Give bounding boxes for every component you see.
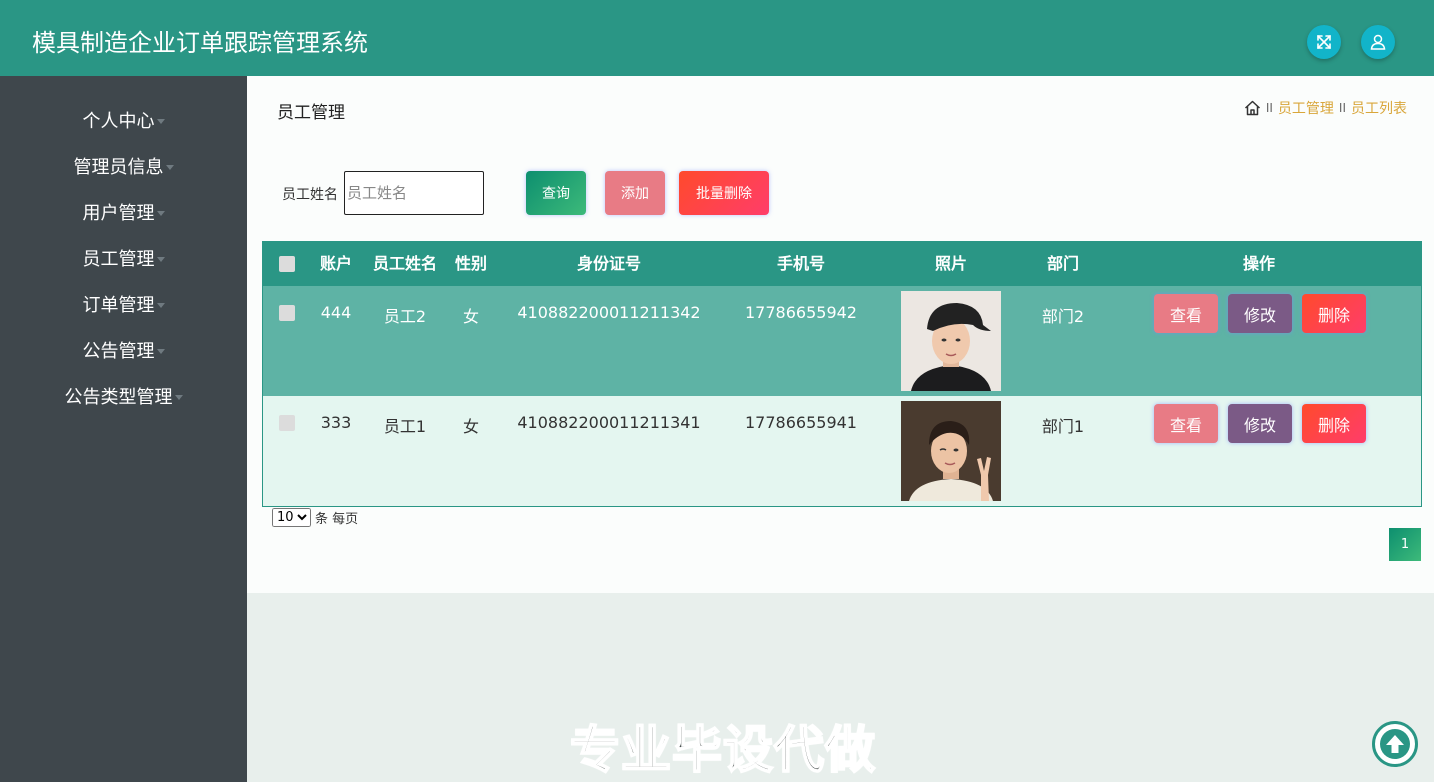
breadcrumb: II 员工管理 II 员工列表	[1244, 98, 1407, 118]
row-checkbox[interactable]	[279, 415, 295, 431]
page-size-control: 10 条 每页	[272, 508, 358, 527]
cell-dept: 部门2	[1041, 307, 1085, 326]
app-title: 模具制造企业订单跟踪管理系统	[32, 29, 368, 57]
delete-button[interactable]: 删除	[1302, 404, 1366, 443]
employee-name-search-input[interactable]	[344, 171, 484, 215]
content-panel: 员工管理 II 员工管理 II 员工列表 员工姓名 查询 添加 批量删除 账户 …	[247, 76, 1434, 593]
pagination-page-1[interactable]: 1	[1389, 528, 1421, 561]
caret-down-icon	[156, 302, 165, 308]
sidebar-item-personal-center[interactable]: 个人中心	[0, 105, 247, 135]
search-label: 员工姓名	[282, 187, 338, 203]
breadcrumb-separator: II	[1265, 101, 1273, 115]
breadcrumb-item-employee-management[interactable]: 员工管理	[1278, 98, 1334, 118]
header-name: 员工姓名	[372, 254, 437, 273]
sidebar-item-notice-management[interactable]: 公告管理	[0, 335, 247, 365]
cell-gender: 女	[462, 417, 479, 436]
sidebar-item-label: 公告管理	[82, 341, 155, 362]
sidebar-item-label: 订单管理	[82, 295, 155, 316]
header-id-card: 身份证号	[576, 254, 641, 273]
edit-button[interactable]: 修改	[1228, 404, 1292, 443]
breadcrumb-separator: II	[1338, 101, 1346, 115]
cell-name: 员工2	[383, 307, 427, 326]
fullscreen-button[interactable]	[1307, 25, 1341, 59]
header-gender: 性别	[454, 254, 487, 273]
employee-photo	[901, 291, 1001, 391]
employee-table: 账户 员工姓名 性别 身份证号 手机号 照片 部门 操作 444 员工2 女 4…	[262, 241, 1422, 507]
select-all-checkbox[interactable]	[279, 256, 295, 272]
view-button[interactable]: 查看	[1154, 404, 1218, 443]
page-title: 员工管理	[277, 103, 345, 123]
query-button[interactable]: 查询	[526, 171, 586, 215]
caret-down-icon	[156, 210, 165, 216]
header-account: 账户	[319, 254, 352, 273]
header-ops: 操作	[1242, 254, 1275, 273]
back-to-top-button[interactable]	[1372, 721, 1418, 767]
caret-down-icon	[165, 164, 174, 170]
sidebar-item-admin-info[interactable]: 管理员信息	[0, 151, 247, 181]
cell-id-card: 410882200011211341	[517, 413, 701, 432]
cell-phone: 17786655942	[745, 303, 857, 322]
watermark-text: 专业毕设代做	[569, 720, 876, 780]
add-button[interactable]: 添加	[605, 171, 665, 215]
sidebar: 个人中心 管理员信息 用户管理 员工管理 订单管理 公告管理 公告类型管理	[0, 76, 247, 782]
per-page-label: 条 每页	[315, 512, 359, 527]
header-phone: 手机号	[776, 254, 825, 273]
top-header: 模具制造企业订单跟踪管理系统	[0, 0, 1434, 76]
header-photo: 照片	[934, 254, 967, 273]
caret-down-icon	[156, 118, 165, 124]
cell-dept: 部门1	[1041, 417, 1085, 436]
employee-photo	[901, 401, 1001, 501]
edit-button[interactable]: 修改	[1228, 294, 1292, 333]
row-checkbox[interactable]	[279, 305, 295, 321]
caret-down-icon	[156, 348, 165, 354]
table-row: 444 员工2 女 410882200011211342 17786655942…	[263, 286, 1421, 396]
sidebar-item-label: 个人中心	[82, 111, 155, 132]
sidebar-item-employee-management[interactable]: 员工管理	[0, 243, 247, 273]
cell-id-card: 410882200011211342	[517, 303, 701, 322]
sidebar-item-label: 管理员信息	[73, 157, 164, 178]
sidebar-item-label: 公告类型管理	[64, 387, 173, 408]
caret-down-icon	[174, 394, 183, 400]
breadcrumb-item-employee-list[interactable]: 员工列表	[1351, 98, 1407, 118]
sidebar-item-label: 用户管理	[82, 203, 155, 224]
table-header: 账户 员工姓名 性别 身份证号 手机号 照片 部门 操作	[263, 242, 1421, 286]
delete-button[interactable]: 删除	[1302, 294, 1366, 333]
cell-name: 员工1	[383, 417, 427, 436]
user-button[interactable]	[1361, 25, 1395, 59]
cell-gender: 女	[462, 307, 479, 326]
cell-account: 444	[320, 303, 352, 322]
fullscreen-icon	[1317, 35, 1331, 49]
sidebar-item-label: 员工管理	[82, 249, 155, 270]
page-size-select[interactable]: 10	[272, 508, 311, 527]
caret-down-icon	[156, 256, 165, 262]
user-icon	[1370, 34, 1386, 50]
batch-delete-button[interactable]: 批量删除	[679, 171, 769, 215]
sidebar-item-user-management[interactable]: 用户管理	[0, 197, 247, 227]
header-dept: 部门	[1046, 254, 1079, 273]
table-row: 333 员工1 女 410882200011211341 17786655941	[263, 396, 1421, 506]
home-icon[interactable]	[1244, 100, 1261, 116]
arrow-up-icon	[1380, 729, 1410, 759]
view-button[interactable]: 查看	[1154, 294, 1218, 333]
cell-account: 333	[320, 413, 352, 432]
cell-phone: 17786655941	[745, 413, 857, 432]
sidebar-item-notice-type-management[interactable]: 公告类型管理	[0, 381, 247, 411]
sidebar-item-order-management[interactable]: 订单管理	[0, 289, 247, 319]
